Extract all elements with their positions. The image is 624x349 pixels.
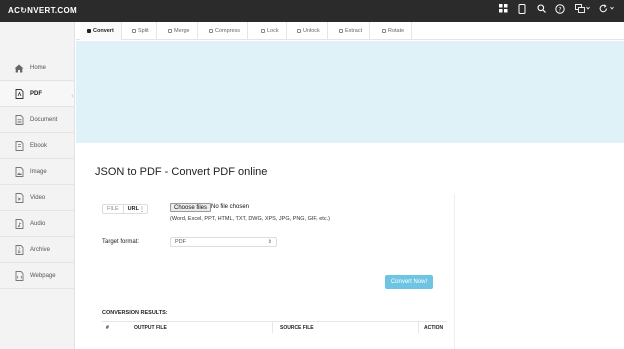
audio-icon xyxy=(14,219,24,229)
language-icon[interactable] xyxy=(574,4,590,16)
refresh-icon[interactable] xyxy=(598,4,614,16)
sidebar-item-label: PDF xyxy=(30,91,42,97)
sidebar-item-label: Webpage xyxy=(30,273,56,279)
tab-extract[interactable]: Extract xyxy=(332,22,371,40)
tab-merge[interactable]: Merge xyxy=(161,22,198,40)
top-bar: AC↻NVERT.COM ? xyxy=(0,0,624,22)
select-arrows-icon: ⇕ xyxy=(267,239,272,245)
target-format-value: PDF xyxy=(175,239,186,245)
document-icon xyxy=(14,115,24,125)
ad-banner xyxy=(76,41,624,143)
sidebar-item-audio[interactable]: Audio xyxy=(0,212,74,237)
sidebar-collapse-icon[interactable]: ‹ xyxy=(71,92,74,100)
tab-lock[interactable]: Lock xyxy=(254,22,287,40)
source-file-option[interactable]: FILE xyxy=(103,205,124,213)
sidebar-item-image[interactable]: Image xyxy=(0,160,74,185)
logo-text-end: NVERT.COM xyxy=(27,6,77,15)
pdf-icon xyxy=(14,89,24,99)
column-divider xyxy=(418,322,419,333)
results-table-header: # OUTPUT FILE SOURCE FILE ACTION xyxy=(102,321,447,333)
tab-label: Lock xyxy=(267,28,279,34)
sidebar-item-document[interactable]: Document xyxy=(0,108,74,133)
checkbox-icon xyxy=(297,29,301,33)
converter-form: FILE URL ⋮ Choose files No file chosen (… xyxy=(95,194,455,349)
sidebar-item-label: Ebook xyxy=(30,143,48,149)
checkbox-icon xyxy=(168,29,172,33)
checkbox-icon xyxy=(132,29,136,33)
help-icon[interactable]: ? xyxy=(554,4,566,16)
tab-split[interactable]: Split xyxy=(125,22,157,40)
tab-label: Split xyxy=(138,28,149,34)
sidebar-item-label: Archive xyxy=(30,247,51,253)
sidebar-item-label: Audio xyxy=(30,221,46,227)
archive-icon xyxy=(14,245,24,255)
video-icon xyxy=(14,193,24,203)
target-format-select[interactable]: PDF ⇕ xyxy=(170,237,277,247)
ebook-icon xyxy=(14,141,24,151)
grid-icon[interactable] xyxy=(497,4,509,16)
tab-compress[interactable]: Compress xyxy=(202,22,249,40)
search-icon[interactable] xyxy=(535,4,547,16)
tab-label: Merge xyxy=(174,28,190,34)
tab-rotate[interactable]: Rotate xyxy=(375,22,413,40)
svg-text:?: ? xyxy=(558,6,561,13)
logo-text-start: AC xyxy=(8,6,21,15)
choose-files-button[interactable]: Choose files xyxy=(170,203,212,212)
logo[interactable]: AC↻NVERT.COM xyxy=(8,6,77,15)
tab-label: Compress xyxy=(215,28,241,34)
tab-label: Rotate xyxy=(388,28,405,34)
checkbox-icon xyxy=(339,29,343,33)
sidebar-item-pdf[interactable]: PDF xyxy=(0,82,74,107)
mobile-icon[interactable] xyxy=(516,4,528,16)
more-options-icon[interactable]: ⋮ xyxy=(139,206,145,213)
column-header: OUTPUT FILE xyxy=(134,325,167,331)
page-title: JSON to PDF - Convert PDF online xyxy=(95,166,268,178)
convert-now-button[interactable]: Convert Now! xyxy=(385,275,433,289)
sidebar-item-label: Image xyxy=(30,169,47,175)
checkbox-icon xyxy=(382,29,386,33)
image-icon xyxy=(14,167,24,177)
home-icon xyxy=(14,63,24,73)
column-divider xyxy=(272,322,273,333)
sidebar-item-archive[interactable]: Archive xyxy=(0,238,74,263)
webpage-icon xyxy=(14,271,24,281)
supported-formats: (Word, Excel, PPT, HTML, TXT, DWG, XPS, … xyxy=(170,216,330,222)
column-header: SOURCE FILE xyxy=(280,325,314,331)
tool-tabs: Convert Split Merge Compress Lock Unlock… xyxy=(76,22,624,40)
tab-unlock[interactable]: Unlock xyxy=(290,22,328,40)
column-header: ACTION xyxy=(424,325,444,331)
column-header: # xyxy=(106,325,109,331)
sidebar-item-label: Home xyxy=(30,65,47,71)
sidebar-item-label: Video xyxy=(30,195,46,201)
checkbox-icon xyxy=(87,29,91,33)
source-toggle: FILE URL ⋮ xyxy=(102,204,148,214)
sidebar-item-home[interactable]: Home xyxy=(0,56,74,81)
results-label: CONVERSION RESULTS: xyxy=(102,310,168,316)
tab-label: Convert xyxy=(93,28,114,34)
sidebar-item-label: Document xyxy=(30,117,58,123)
tab-label: Unlock xyxy=(303,28,320,34)
checkbox-icon xyxy=(209,29,213,33)
tab-convert[interactable]: Convert xyxy=(80,22,122,40)
file-status: No file chosen xyxy=(211,204,250,210)
sidebar-item-ebook[interactable]: Ebook xyxy=(0,134,74,159)
target-format-label: Target format: xyxy=(102,239,140,245)
sidebar: Home PDF Document Ebook Image Video Audi… xyxy=(0,22,75,349)
tab-label: Extract xyxy=(345,28,363,34)
checkbox-icon xyxy=(261,29,265,33)
sidebar-item-video[interactable]: Video xyxy=(0,186,74,211)
sidebar-item-webpage[interactable]: Webpage xyxy=(0,264,74,289)
